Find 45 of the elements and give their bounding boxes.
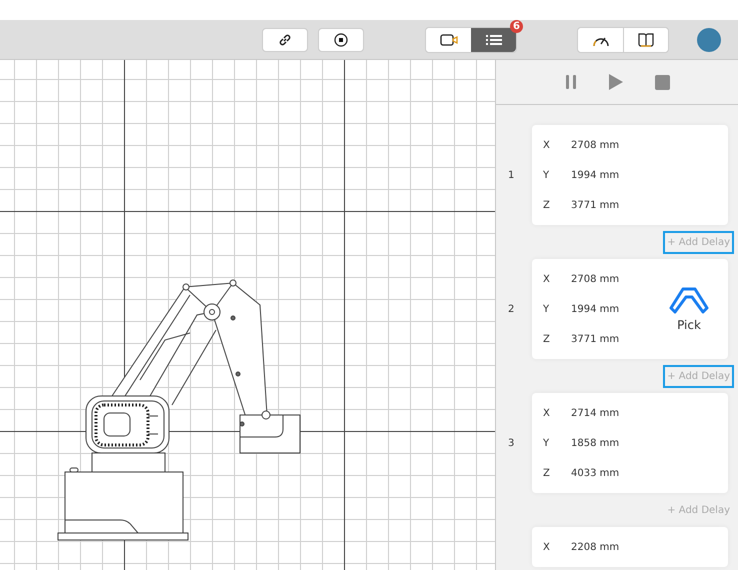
coordinate-value: 2208 mm [571, 542, 620, 552]
waypoint-card[interactable]: X 2708 mm Y 1994 mm Z 3771 mm Pick [532, 259, 728, 359]
axis-label: Z [543, 334, 551, 344]
axis-label: Z [543, 200, 551, 210]
play-button[interactable] [608, 74, 622, 90]
stop-icon [654, 74, 670, 90]
play-icon [608, 74, 622, 90]
point-number: 1 [508, 170, 516, 180]
axis-label: Z [543, 468, 551, 478]
axis-label: X [543, 140, 551, 150]
book-icon [638, 32, 654, 46]
axis-label: Y [543, 438, 550, 448]
link-button[interactable] [262, 28, 308, 52]
chevron-icon [669, 286, 709, 314]
waypoint-card[interactable]: X 2208 mm [532, 527, 728, 567]
coordinate-value: 3771 mm [571, 200, 620, 210]
list-icon [486, 34, 502, 46]
coordinate-value: 1994 mm [571, 170, 620, 180]
pause-button[interactable] [564, 75, 576, 89]
axis-label: X [543, 274, 551, 284]
pause-icon [564, 75, 576, 89]
link-icon [278, 32, 292, 46]
list-view-tab[interactable] [471, 28, 516, 52]
notification-badge: 6 [510, 20, 523, 32]
axis-label: Y [543, 304, 550, 314]
book-button[interactable] [623, 28, 668, 52]
axis-label: X [543, 542, 551, 552]
point-number: 3 [508, 438, 516, 448]
coordinate-value: 1858 mm [571, 438, 620, 448]
camera-icon [440, 32, 458, 46]
stop-button[interactable] [318, 28, 364, 52]
coordinate-value: 2708 mm [571, 274, 620, 284]
waypoint-card[interactable]: X 2714 mm Y 1858 mm Z 4033 mm [532, 393, 728, 493]
coordinate-value: 1994 mm [571, 304, 620, 314]
stop-icon [334, 32, 348, 46]
coordinate-value: 4033 mm [571, 468, 620, 478]
axis-label: X [543, 408, 551, 418]
coordinate-value: 3771 mm [571, 334, 620, 344]
coordinate-value: 2714 mm [571, 408, 620, 418]
axis-label: Y [543, 170, 550, 180]
avatar[interactable] [697, 28, 721, 52]
coordinate-value: 2708 mm [571, 140, 620, 150]
action-label: Pick [677, 318, 701, 332]
point-number: 2 [508, 304, 516, 314]
waypoint-card[interactable]: X 2708 mm Y 1994 mm Z 3771 mm [532, 125, 728, 225]
